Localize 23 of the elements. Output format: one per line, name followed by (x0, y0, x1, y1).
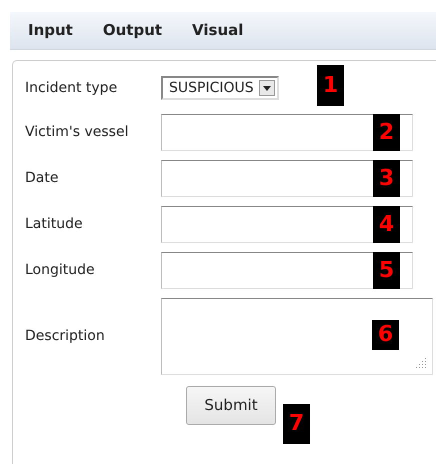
field-label: Latitude (25, 215, 84, 234)
field-label: Longitude (25, 261, 96, 280)
number-marker: 1 (317, 65, 344, 106)
text-field[interactable] (161, 206, 413, 243)
number-marker: 5 (373, 252, 400, 289)
number-marker: 2 (373, 114, 400, 151)
number-marker: 6 (372, 320, 399, 350)
description-field[interactable] (161, 298, 433, 375)
submit-button[interactable]: Submit (186, 386, 276, 425)
field-label: Description (25, 327, 106, 346)
number-marker: 7 (283, 404, 310, 444)
tab[interactable]: Output (102, 19, 162, 42)
text-field[interactable] (161, 252, 413, 289)
number-marker: 4 (373, 206, 400, 243)
tab[interactable]: Visual (192, 19, 244, 42)
field-label: Victim's vessel (25, 123, 130, 142)
text-field[interactable] (161, 160, 413, 197)
incident-type-select[interactable]: SUSPICIOUS (161, 76, 279, 100)
text-field[interactable] (161, 114, 413, 151)
number-marker: 3 (373, 160, 400, 197)
tab[interactable]: Input (28, 19, 73, 42)
field-label: Date (25, 169, 60, 188)
field-label: Incident type (25, 78, 118, 98)
